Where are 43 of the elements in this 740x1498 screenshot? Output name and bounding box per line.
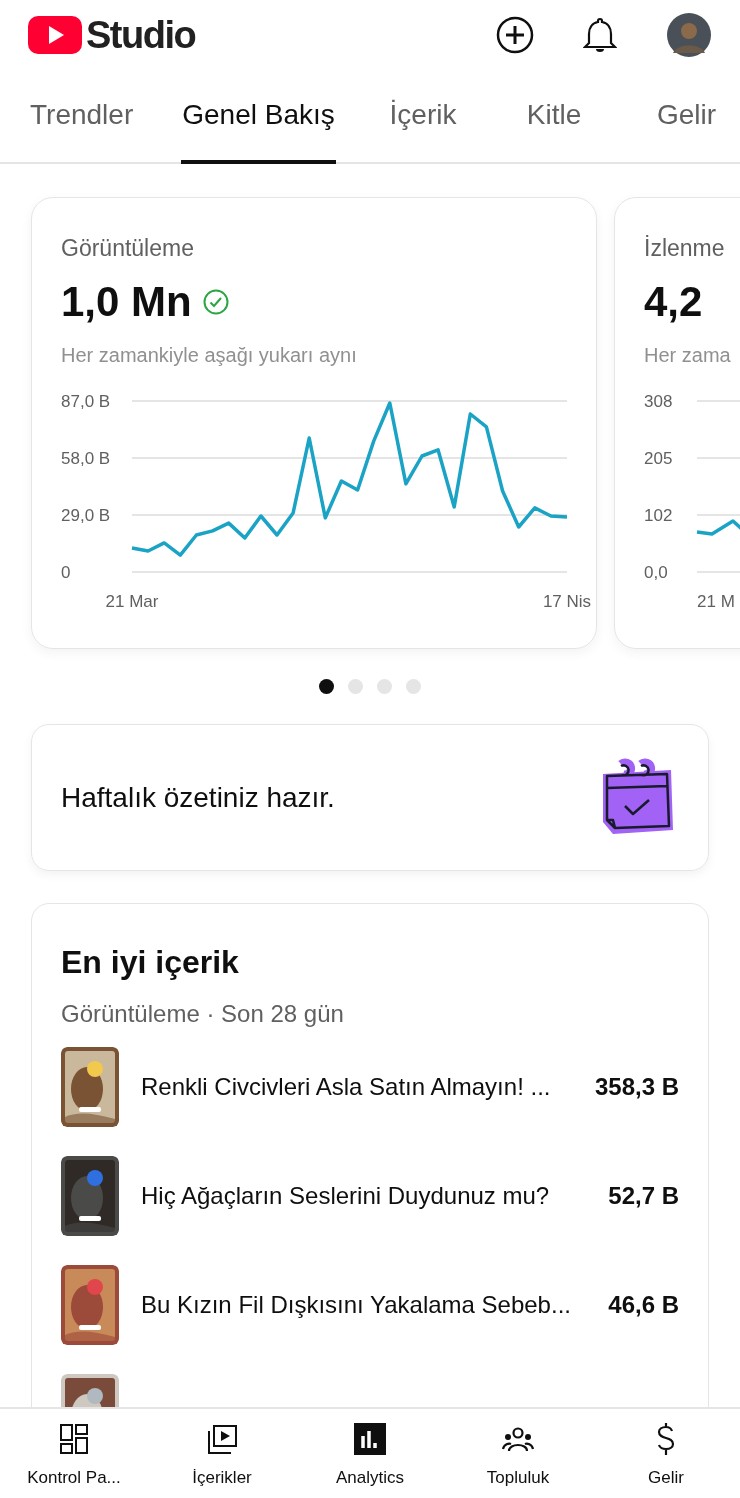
metric-note: Her zamankiyle aşağı yukarı aynı bbox=[61, 342, 358, 368]
view-count: 46,6 B bbox=[608, 1290, 679, 1320]
metric-value: 1,0 Mn bbox=[61, 277, 192, 326]
nav-tab[interactable]: Kontrol Pa... bbox=[0, 1409, 148, 1498]
create-plus-icon[interactable] bbox=[496, 16, 534, 54]
weekly-summary-card[interactable]: Haftalık özetiniz hazır. bbox=[31, 724, 709, 871]
axis-tick-label: 21 Mar bbox=[105, 591, 159, 611]
axis-tick-label: 29,0 B bbox=[61, 505, 111, 525]
metric-note: Her zama bbox=[644, 342, 732, 368]
axis-tick-label: 0,0 bbox=[644, 562, 668, 582]
metric-card[interactable]: Görüntüleme 1,0 Mn Her zamankiyle aşağı yukarı aynı 87,0 B 58,0 B 29,0 B 0 21 Mar 17 Nis bbox=[31, 197, 597, 649]
weekly-summary-text: Haftalık özetiniz hazır. bbox=[61, 780, 336, 815]
video-title[interactable]: Hiç Ağaçların Seslerini Duydunuz mu? bbox=[141, 1178, 597, 1214]
video-title[interactable]: Renkli Civcivleri Asla Satın Almayın! ... bbox=[141, 1069, 583, 1105]
axis-tick-label: 308 bbox=[644, 391, 673, 411]
nav-tab[interactable]: İçerikler bbox=[148, 1409, 296, 1498]
tab[interactable]: İçerik bbox=[336, 70, 510, 162]
youtube-logo-icon bbox=[28, 16, 82, 54]
tab[interactable]: Kitle bbox=[510, 70, 598, 162]
metric-card[interactable]: İzlenme 4,2 Her zama 308 205 102 0,0 21 M bbox=[614, 197, 740, 649]
axis-tick-label: 17 Nis bbox=[542, 591, 592, 611]
view-count: 52,7 B bbox=[608, 1181, 679, 1211]
avatar[interactable] bbox=[667, 13, 711, 57]
studio-logo-text: Studio bbox=[86, 12, 196, 58]
nav-tab[interactable]: Analytics bbox=[296, 1409, 444, 1498]
axis-tick-label: 0 bbox=[61, 562, 71, 582]
metric-value: 4,2 bbox=[644, 277, 703, 326]
metric-title: Görüntüleme bbox=[61, 234, 195, 263]
card-title: En iyi içerik bbox=[61, 943, 240, 982]
tab[interactable]: Trendler bbox=[30, 70, 181, 162]
metric-title: İzlenme bbox=[644, 234, 726, 263]
video-title[interactable]: Bu Kızın Fil Dışkısını Yakalama Sebeb... bbox=[141, 1287, 597, 1323]
tab[interactable]: Gelir bbox=[598, 70, 728, 162]
axis-tick-label: 102 bbox=[644, 505, 673, 525]
axis-tick-label: 205 bbox=[644, 448, 673, 468]
axis-tick-label: 21 M bbox=[697, 591, 735, 611]
axis-tick-label: 58,0 B bbox=[61, 448, 111, 468]
axis-tick-label: 87,0 B bbox=[61, 391, 111, 411]
notifications-bell-icon[interactable] bbox=[583, 16, 617, 54]
card-subtitle: Görüntüleme · Son 28 gün bbox=[61, 999, 345, 1029]
view-count: 358,3 B bbox=[594, 1072, 679, 1102]
nav-tab[interactable]: Gelir bbox=[592, 1409, 740, 1498]
nav-tab[interactable]: Topluluk bbox=[444, 1409, 592, 1498]
